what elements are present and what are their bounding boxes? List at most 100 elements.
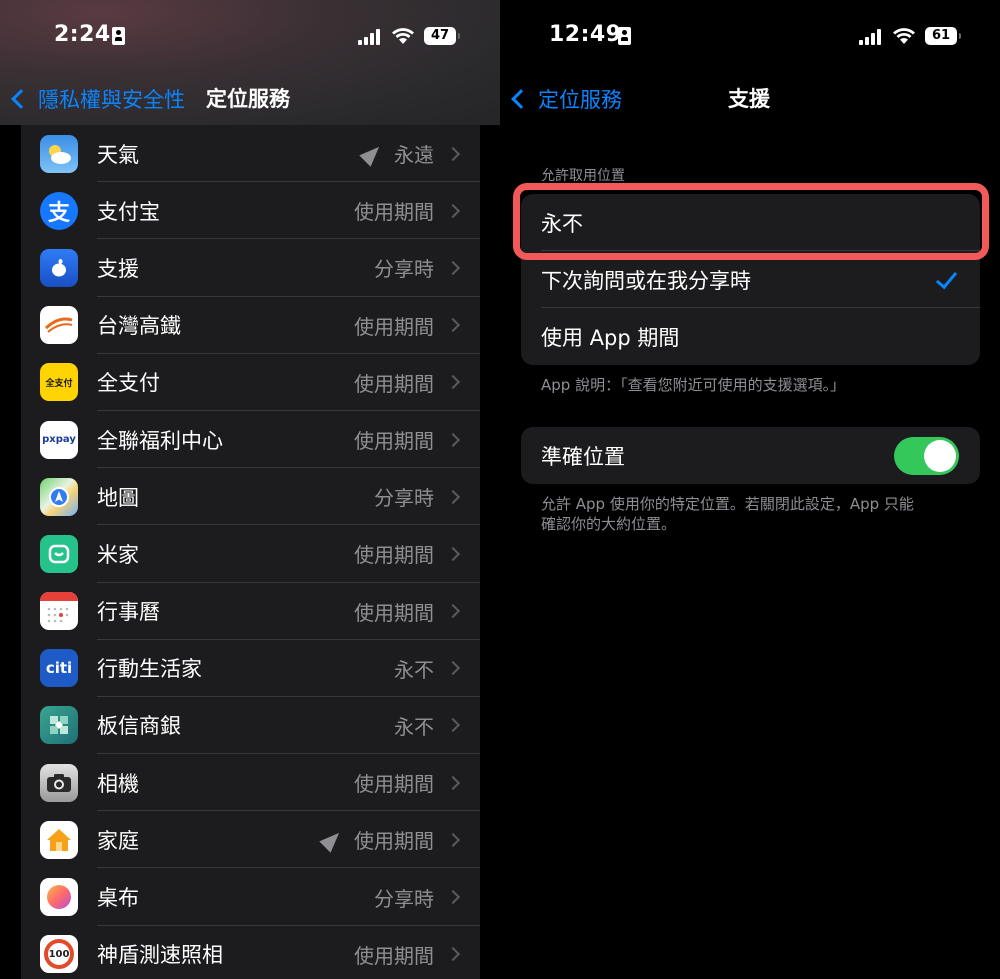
permission-value: 使用期間 bbox=[354, 371, 434, 396]
list-item-camera[interactable]: 相機 使用期間 bbox=[21, 754, 480, 812]
list-item-wallpaper[interactable]: 桌布 分享時 bbox=[21, 868, 480, 926]
list-item-speed-camera[interactable]: 100 神盾測速照相 使用期間 bbox=[21, 926, 480, 979]
list-item-mihome[interactable]: 米家 使用期間 bbox=[21, 525, 480, 583]
permission-value: 永不 bbox=[394, 657, 434, 682]
list-item-pxpay-plus[interactable]: 全支付 全支付 使用期間 bbox=[21, 354, 480, 411]
right-screen: 12:49 61 定位服務 支援 允許取用位置 永不 下次詢問或在我分享時 使用… bbox=[500, 0, 1000, 979]
list-item-bop-bank[interactable]: 板信商銀 永不 bbox=[21, 697, 480, 755]
list-item-weather[interactable]: 天氣 永遠 bbox=[21, 125, 480, 183]
app-name: 行動生活家 bbox=[97, 657, 202, 682]
permission-value: 使用期間 bbox=[354, 600, 434, 625]
chevron-right-icon bbox=[445, 661, 461, 676]
app-location-list: 天氣 永遠 支 支付宝 使用期間 支援 分享時 台灣高鐵 使用期間 全支付 全支… bbox=[21, 125, 480, 979]
navigation-bar: 定位服務 支援 bbox=[500, 75, 1000, 123]
alipay-icon: 支 bbox=[40, 191, 78, 230]
thsr-icon bbox=[40, 306, 78, 345]
chevron-right-icon bbox=[445, 432, 461, 447]
permission-value: 使用期間 bbox=[354, 429, 434, 454]
battery-icon: 61 bbox=[925, 27, 961, 45]
precise-location-group: 準確位置 bbox=[521, 427, 980, 484]
bop-bank-icon bbox=[40, 706, 78, 745]
app-name: 全聯福利中心 bbox=[97, 428, 223, 453]
status-bar: 12:49 61 bbox=[500, 0, 1000, 75]
home-icon bbox=[40, 820, 78, 859]
list-item-maps[interactable]: 地圖 分享時 bbox=[21, 468, 480, 526]
back-button-label: 隱私權與安全性 bbox=[38, 88, 185, 112]
status-time: 12:49 bbox=[549, 22, 622, 47]
permission-value: 使用期間 bbox=[354, 772, 434, 797]
permission-value: 使用期間 bbox=[354, 543, 434, 568]
permission-value: 使用期間 bbox=[319, 825, 434, 854]
checkmark-icon bbox=[935, 266, 958, 290]
toggle-knob bbox=[924, 440, 956, 472]
app-name: 全支付 bbox=[97, 371, 160, 396]
footer-line-1: 允許 App 使用你的特定位置。若關閉此設定，App 只能 bbox=[541, 495, 914, 513]
navigation-bar: 隱私權與安全性 定位服務 bbox=[0, 75, 500, 123]
chevron-right-icon bbox=[445, 947, 461, 962]
chevron-right-icon bbox=[445, 832, 461, 847]
app-name: 支付宝 bbox=[97, 199, 160, 224]
back-button[interactable]: 定位服務 bbox=[510, 75, 622, 123]
list-item-calendar[interactable]: 行事曆 使用期間 bbox=[21, 583, 480, 640]
chevron-right-icon bbox=[445, 203, 461, 218]
list-item-pxmart[interactable]: pxpay 全聯福利中心 使用期間 bbox=[21, 411, 480, 469]
back-button[interactable]: 隱私權與安全性 bbox=[10, 75, 185, 123]
chevron-right-icon bbox=[445, 318, 461, 333]
chevron-right-icon bbox=[445, 260, 461, 276]
battery-icon: 47 bbox=[424, 27, 460, 45]
highlight-annotation bbox=[513, 183, 989, 260]
option-while-using[interactable]: 使用 App 期間 bbox=[521, 308, 980, 365]
cellular-signal-icon bbox=[859, 29, 883, 45]
precise-location-row: 準確位置 bbox=[521, 427, 980, 484]
page-title: 定位服務 bbox=[206, 87, 290, 111]
list-item-alipay[interactable]: 支 支付宝 使用期間 bbox=[21, 182, 480, 240]
maps-icon bbox=[40, 477, 78, 516]
wallpaper-icon bbox=[40, 878, 78, 917]
option-label: 下次詢問或在我分享時 bbox=[541, 268, 751, 293]
app-name: 行事曆 bbox=[97, 600, 160, 625]
chevron-right-icon bbox=[445, 604, 461, 619]
permission-value: 永遠 bbox=[359, 139, 434, 168]
pxpay-plus-icon: 全支付 bbox=[40, 363, 78, 402]
camera-icon bbox=[40, 763, 78, 802]
id-card-icon bbox=[618, 27, 631, 45]
weather-icon bbox=[40, 134, 78, 173]
status-bar: 2:24 47 bbox=[0, 0, 500, 75]
chevron-right-icon bbox=[445, 546, 461, 561]
app-description: App 說明：「查看您附近可使用的支援選項。」 bbox=[541, 376, 846, 394]
app-name: 台灣高鐵 bbox=[97, 314, 181, 339]
chevron-left-icon bbox=[11, 89, 31, 109]
list-item-support[interactable]: 支援 分享時 bbox=[21, 239, 480, 297]
chevron-right-icon bbox=[445, 775, 461, 790]
location-arrow-icon bbox=[319, 827, 345, 853]
list-item-citi[interactable]: citi 行動生活家 永不 bbox=[21, 640, 480, 697]
app-name: 天氣 bbox=[97, 142, 139, 167]
precise-location-toggle[interactable] bbox=[894, 437, 959, 475]
list-item-thsr[interactable]: 台灣高鐵 使用期間 bbox=[21, 297, 480, 354]
location-arrow-icon bbox=[359, 140, 385, 167]
cellular-signal-icon bbox=[358, 29, 382, 45]
permission-value: 永不 bbox=[394, 714, 434, 739]
permission-value: 使用期間 bbox=[354, 314, 434, 339]
list-item-home[interactable]: 家庭 使用期間 bbox=[21, 811, 480, 869]
permission-value: 使用期間 bbox=[354, 200, 434, 225]
apple-support-icon bbox=[40, 248, 78, 287]
app-name: 支援 bbox=[97, 256, 139, 281]
option-label: 使用 App 期間 bbox=[541, 325, 680, 350]
speed-camera-icon: 100 bbox=[40, 935, 78, 974]
permission-value: 分享時 bbox=[374, 257, 434, 282]
wifi-icon bbox=[391, 26, 415, 46]
wifi-icon bbox=[892, 26, 916, 46]
precise-location-footer: 允許 App 使用你的特定位置。若關閉此設定，App 只能 確認你的大約位置。 bbox=[541, 494, 914, 534]
app-name: 地圖 bbox=[97, 485, 139, 510]
chevron-right-icon bbox=[445, 889, 461, 905]
mihome-icon bbox=[40, 534, 78, 573]
chevron-right-icon bbox=[445, 375, 461, 390]
calendar-icon bbox=[40, 592, 78, 631]
status-time: 2:24 bbox=[54, 22, 111, 47]
footer-line-2: 確認你的大約位置。 bbox=[541, 515, 677, 533]
page-title: 支援 bbox=[728, 87, 770, 111]
app-name: 桌布 bbox=[97, 886, 139, 911]
back-button-label: 定位服務 bbox=[538, 88, 622, 112]
precise-location-label: 準確位置 bbox=[541, 444, 625, 469]
